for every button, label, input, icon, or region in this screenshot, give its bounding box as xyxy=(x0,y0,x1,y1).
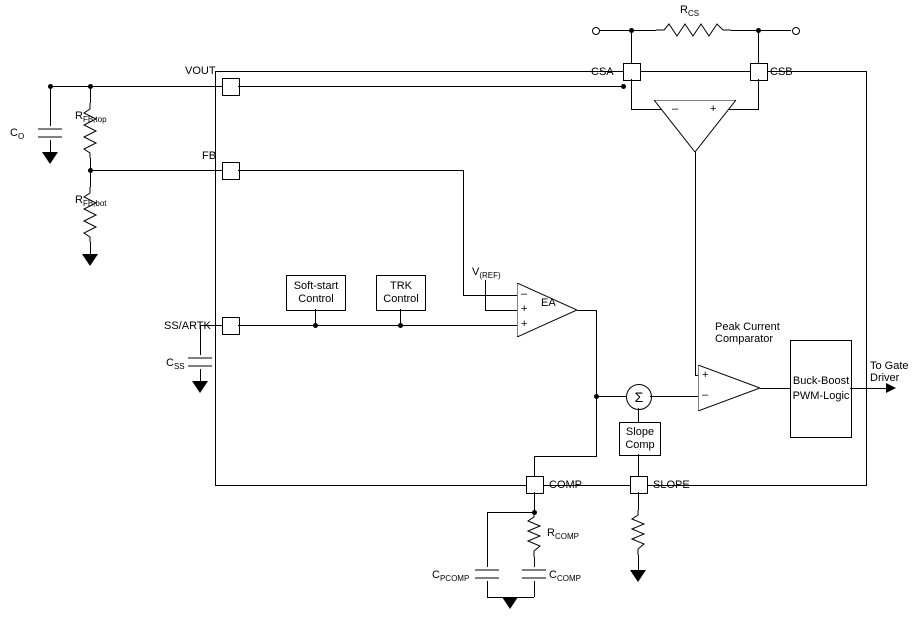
gnd-icon xyxy=(630,570,646,582)
wire xyxy=(596,310,597,396)
wire xyxy=(50,86,222,87)
ccomp-label: CCOMP xyxy=(549,569,581,583)
wire xyxy=(599,30,656,31)
wire xyxy=(487,512,488,567)
pin-slope xyxy=(630,476,648,494)
ea-plus2: + xyxy=(521,318,527,330)
wire xyxy=(463,295,517,296)
wire xyxy=(638,408,639,422)
node xyxy=(621,84,626,89)
wire xyxy=(200,325,201,355)
wire xyxy=(487,581,488,597)
pin-csb-label: CSB xyxy=(770,66,793,78)
gnd-icon xyxy=(192,381,208,393)
rcs-term-left xyxy=(592,27,600,35)
node xyxy=(629,28,634,33)
pin-ssartk-label: SS/ARTK xyxy=(164,320,211,332)
wire xyxy=(463,170,464,295)
pin-csb xyxy=(750,63,768,81)
node xyxy=(756,28,761,33)
peak-label: Peak Current Comparator xyxy=(715,321,795,345)
wire xyxy=(90,170,91,187)
cpcomp-label: CPCOMP xyxy=(432,569,469,583)
wire xyxy=(534,492,535,512)
rcs-resistor xyxy=(656,22,731,41)
wire xyxy=(695,152,696,375)
gate-driver-label: To Gate Driver xyxy=(870,360,915,384)
gnd-icon xyxy=(502,597,518,609)
rcs-term-right xyxy=(792,27,800,35)
wire xyxy=(596,396,626,397)
wire xyxy=(90,170,222,171)
arrow-icon xyxy=(886,383,896,393)
wire xyxy=(534,456,535,476)
ea-minus: – xyxy=(521,288,527,300)
rcs-label: RCS xyxy=(680,4,699,18)
wire xyxy=(238,170,463,171)
pin-vout xyxy=(222,78,240,96)
pin-comp-label: COMP xyxy=(549,479,582,491)
peak-plus: + xyxy=(702,369,708,381)
pin-fb xyxy=(222,162,240,180)
wire xyxy=(631,79,632,109)
ea-label: EA xyxy=(541,297,556,309)
pwm-logic-block: Buck-Boost PWM-Logic xyxy=(790,340,852,438)
rcomp-res xyxy=(526,512,542,560)
wire xyxy=(758,79,759,109)
wire xyxy=(238,86,623,87)
pin-vout-label: VOUT xyxy=(185,65,216,77)
css-label: CSS xyxy=(166,357,185,371)
rfbtop-label: RFB,top xyxy=(75,110,107,124)
softstart-block: Soft-start Control xyxy=(286,275,346,311)
wire xyxy=(485,280,486,310)
wire xyxy=(638,555,639,570)
wire xyxy=(90,86,91,103)
peak-minus: – xyxy=(702,389,708,401)
wire xyxy=(50,140,51,152)
wire xyxy=(400,309,401,325)
wire xyxy=(534,581,535,597)
pin-ssartk xyxy=(222,317,240,335)
co-label: CO xyxy=(10,127,24,141)
pin-comp xyxy=(526,476,544,494)
pin-slope-label: SLOPE xyxy=(653,479,690,491)
pin-csa xyxy=(623,63,641,81)
wire xyxy=(534,456,597,457)
vref-label: V(REF) xyxy=(472,266,501,280)
wire xyxy=(50,86,51,126)
gnd-icon xyxy=(42,152,58,164)
wire xyxy=(731,30,791,31)
cs-amp xyxy=(654,100,736,155)
sum-node: Σ xyxy=(626,384,652,410)
slope-comp-block: Slope Comp xyxy=(619,422,661,456)
rfbbot-label: RFB,bot xyxy=(75,194,107,208)
wire xyxy=(485,310,517,311)
trk-block: TRK Control xyxy=(376,275,426,311)
wire xyxy=(695,375,698,376)
wire xyxy=(850,388,887,389)
cs-amp-plus: + xyxy=(710,103,716,115)
wire xyxy=(638,492,639,510)
wire xyxy=(650,396,698,397)
wire xyxy=(760,388,790,389)
wire xyxy=(200,325,222,326)
rslope-res xyxy=(630,510,646,558)
wire xyxy=(200,369,201,381)
wire xyxy=(534,557,535,567)
ea-plus1: + xyxy=(521,303,527,315)
wire xyxy=(596,396,597,456)
wire xyxy=(638,454,639,476)
wire xyxy=(315,309,316,325)
gnd-icon xyxy=(82,254,98,266)
cs-amp-minus: – xyxy=(672,103,678,115)
wire xyxy=(577,310,597,311)
pin-csa-label: CSA xyxy=(591,66,614,78)
wire xyxy=(90,242,91,254)
rcomp-label: RCOMP xyxy=(547,527,579,541)
wire xyxy=(238,325,517,326)
pin-fb-label: FB xyxy=(202,150,216,162)
